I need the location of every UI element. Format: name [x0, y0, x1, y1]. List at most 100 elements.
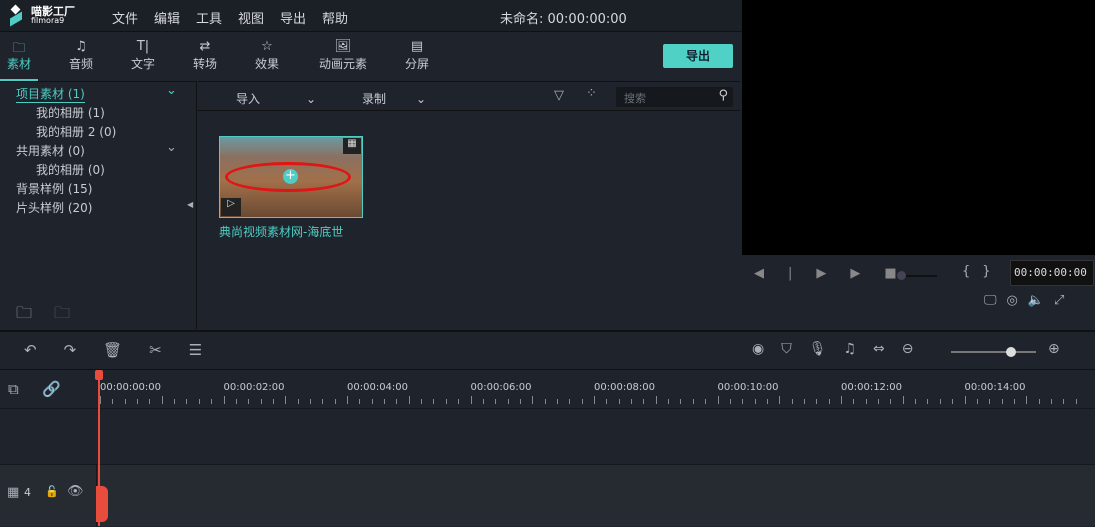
sidebar-item[interactable]: 项目素材 (1) [16, 85, 85, 103]
timeline-tool-icons[interactable]: ◉⛉🎙♫⇔⊖ [752, 341, 931, 357]
ruler-tick [964, 396, 966, 404]
tab-1[interactable]: ♫ 音频 [50, 33, 112, 81]
menu-item[interactable]: 编辑 [154, 8, 180, 27]
filter-icon[interactable]: ▽ [554, 88, 564, 103]
edit-tool-icons[interactable]: ↶↷🗑✂☰ [24, 341, 229, 359]
player-controls: ◀|▶▶■ {} 00:00:00:00 🖵◎🔈⤢ [742, 255, 1095, 329]
player-tool-icons[interactable]: 🖵◎🔈⤢ [984, 293, 1074, 308]
preview-play-icon[interactable]: ▷ [221, 198, 241, 216]
playback-buttons[interactable]: ◀|▶▶■ [754, 266, 921, 281]
add-track-icon[interactable]: ⧉ [8, 380, 19, 398]
sidebar-item[interactable]: 我的相册 (0) [36, 161, 105, 178]
grid-view-icon[interactable]: ⁘ [586, 86, 597, 101]
playhead-handle[interactable] [95, 370, 103, 380]
ruler-tick [198, 399, 200, 404]
ruler-tick [643, 399, 645, 404]
tab-label: 音频 [68, 57, 93, 71]
ruler-tick [384, 399, 386, 404]
import-dropdown[interactable]: 导入 ⌄ [236, 90, 316, 107]
delete-folder-icon[interactable]: 🗀 [54, 302, 70, 329]
menu-item[interactable]: 视图 [238, 8, 264, 27]
sidebar-item[interactable]: 我的相册 (1) [36, 104, 105, 121]
timeline-ruler[interactable]: 00:00:00:00 00:00:02:00 00:00:04:00 00:00:0… [98, 370, 1095, 408]
ruler-tick [359, 399, 361, 404]
volume-slider[interactable] [897, 271, 937, 280]
sidebar-item-label: 项目素材 (1) [16, 87, 85, 101]
preview-screen [742, 0, 1095, 255]
tab-6[interactable]: ▤ 分屏 [386, 33, 448, 81]
ruler-tick [124, 399, 126, 404]
tab-4[interactable]: ☆ 效果 [236, 33, 298, 81]
menu-item[interactable]: 工具 [196, 8, 222, 27]
ruler-tick [581, 399, 583, 404]
search-icon: ⚲ [718, 88, 728, 103]
tab-icon: ☆ [261, 39, 273, 54]
menu-item[interactable]: 文件 [112, 8, 138, 27]
ruler-tick [865, 399, 867, 404]
tab-label: 文字 [130, 57, 155, 71]
ruler-tick [433, 399, 435, 404]
ruler-tick [1038, 399, 1040, 404]
ruler-label: 00:00:04:00 [347, 382, 409, 393]
tab-label: 素材 [6, 57, 31, 71]
timeline-track-empty[interactable] [0, 408, 1095, 464]
ruler-tick [507, 399, 509, 404]
ruler-tick [952, 399, 954, 404]
ruler-tick [779, 396, 781, 404]
ruler-tick [705, 399, 707, 404]
media-clip-thumbnail[interactable]: + ▦ ▷ [219, 136, 363, 218]
ruler-tick [174, 399, 176, 404]
zoom-slider[interactable] [951, 347, 1036, 357]
menu-item[interactable]: 导出 [280, 8, 306, 27]
ruler-tick [976, 399, 978, 404]
ruler-tick [223, 396, 225, 404]
window-title: 未命名: 00:00:00:00 [500, 12, 627, 27]
ruler-tick [458, 399, 460, 404]
link-icon[interactable]: 🔗 [42, 380, 61, 398]
ruler-tick [100, 396, 101, 404]
sidebar-item[interactable]: 共用素材 (0) [16, 142, 85, 159]
ruler-tick [841, 396, 842, 404]
ruler-tick [421, 399, 423, 404]
video-track[interactable]: ▦ 4 🔓 👁 [0, 464, 1095, 527]
search-placeholder: 搜索 [624, 92, 646, 105]
ruler-label: 00:00:00:00 [100, 382, 162, 393]
record-dropdown[interactable]: 录制 ⌄ [362, 90, 426, 107]
ruler-tick [445, 399, 447, 404]
tab-icon: 🖼 [334, 39, 352, 54]
tab-5[interactable]: 🖼 动画元素 [306, 33, 380, 81]
chevron-down-icon[interactable]: ⌄ [166, 83, 177, 98]
add-clip-icon[interactable]: + [283, 169, 298, 184]
search-input[interactable]: 搜索 ⚲ [616, 87, 733, 107]
sidebar-item[interactable]: 我的相册 2 (0) [36, 123, 116, 140]
tab-3[interactable]: ⇄ 转场 [174, 33, 236, 81]
sidebar-item[interactable]: 片头样例 (20) [16, 199, 92, 216]
tab-2[interactable]: T| 文字 [112, 33, 174, 81]
chevron-down-icon[interactable]: ⌄ [166, 140, 177, 155]
export-button[interactable]: 导出 [663, 44, 733, 68]
playhead-cut-handle[interactable] [96, 486, 108, 522]
sidebar-item-label: 我的相册 (1) [36, 106, 105, 120]
ruler-tick [594, 396, 595, 404]
ruler-tick [1001, 399, 1003, 404]
ruler-label: 00:00:02:00 [223, 382, 285, 393]
menu-item[interactable]: 帮助 [322, 8, 348, 27]
chevron-down-icon: ⌄ [306, 92, 317, 106]
record-label: 录制 [362, 92, 387, 106]
ruler-tick [482, 399, 484, 404]
ruler-tick [939, 399, 941, 404]
collapse-sidebar-icon[interactable]: ◀ [187, 200, 193, 209]
ruler-tick [556, 399, 558, 404]
tab-label: 分屏 [404, 57, 429, 71]
timecode-display[interactable]: 00:00:00:00 [1010, 260, 1094, 286]
tab-label: 动画元素 [318, 57, 367, 71]
ruler-tick [927, 399, 929, 404]
new-folder-icon[interactable]: 🗀 [16, 302, 32, 329]
zoom-in-icon[interactable]: ⊕ [1048, 341, 1060, 357]
ruler-tick [803, 399, 805, 404]
mark-in-out-icons[interactable]: {} [962, 264, 1003, 279]
import-label: 导入 [236, 92, 261, 106]
sidebar-item[interactable]: 背景样例 (15) [16, 180, 92, 197]
tab-0[interactable]: 🗀 素材 [0, 33, 38, 81]
ruler-tick [408, 396, 410, 404]
